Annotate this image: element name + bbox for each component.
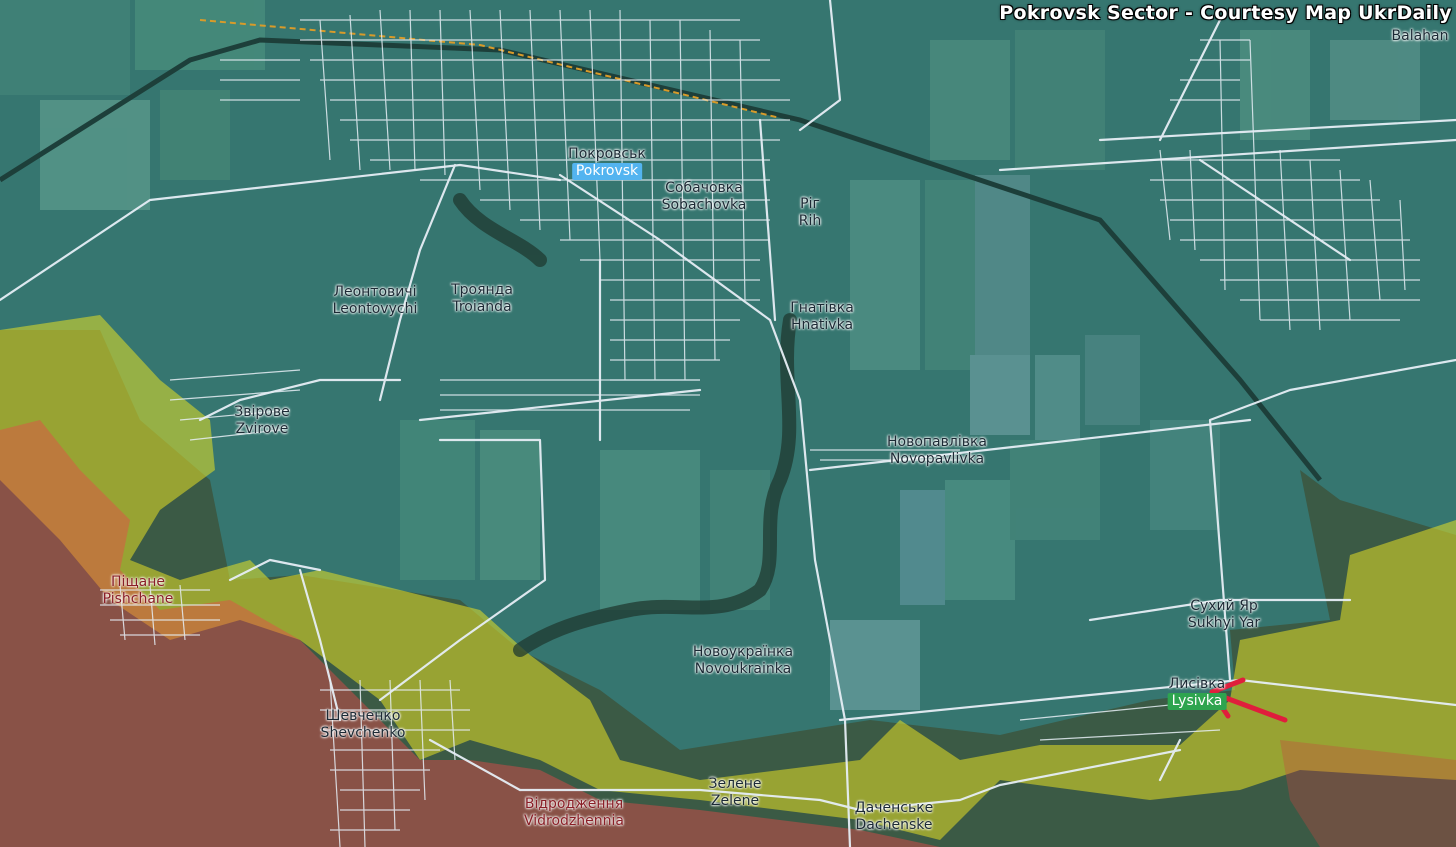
- place-name-latin: Troianda: [452, 299, 512, 315]
- place-name-latin: Lysivka: [1167, 693, 1227, 710]
- place-name-cyrillic: Зелене: [708, 776, 762, 792]
- place-label-vidrodzhennia[interactable]: Відродження Vidrodzhennia: [524, 796, 624, 830]
- map-canvas[interactable]: [0, 0, 1456, 847]
- place-label-pokrovsk[interactable]: Покровськ Pokrovsk: [568, 146, 646, 180]
- place-name-latin: Sukhyi Yar: [1187, 615, 1261, 631]
- map-title: Pokrovsk Sector - Courtesy Map UkrDaily: [999, 2, 1452, 24]
- place-name-latin: Dachenske: [855, 817, 933, 833]
- place-label-pishchane[interactable]: Піщане Pishchane: [103, 574, 174, 608]
- place-name-cyrillic: Новоукраїнка: [692, 644, 794, 660]
- place-name-cyrillic: Рiг: [800, 196, 820, 212]
- place-label-troianda[interactable]: Троянда Troianda: [451, 282, 513, 316]
- place-label-shevchenko[interactable]: Шевченко Shevchenko: [321, 708, 406, 742]
- place-name-latin: Sobachovka: [661, 197, 747, 213]
- place-label-balahan[interactable]: Balahan: [1392, 28, 1449, 45]
- place-label-zvirove[interactable]: Звірове Zvirove: [234, 404, 289, 438]
- place-label-dachenske[interactable]: Даченське Dachenske: [855, 800, 934, 834]
- place-label-sukhyi-yar[interactable]: Сухий Яр Sukhyi Yar: [1188, 598, 1260, 632]
- place-name-cyrillic: Покровськ: [568, 146, 646, 162]
- place-name-latin: Vidrodzhennia: [524, 813, 624, 829]
- place-name-cyrillic: Леонтовичі: [333, 284, 417, 300]
- place-name-latin: Balahan: [1391, 28, 1449, 44]
- place-label-zelene[interactable]: Зелене Zelene: [709, 776, 762, 810]
- place-name-cyrillic: Піщане: [111, 574, 165, 590]
- place-label-novopavlivka[interactable]: Новопавлівка Novopavlivka: [887, 434, 987, 468]
- place-name-latin: Novoukrainka: [694, 661, 792, 677]
- place-name-cyrillic: Шевченко: [325, 708, 401, 724]
- place-name-latin: Pishchane: [102, 591, 174, 607]
- place-label-sobachovka[interactable]: Собачовка Sobachovka: [662, 180, 747, 214]
- place-name-cyrillic: Даченське: [854, 800, 934, 816]
- place-name-cyrillic: Сухий Яр: [1190, 598, 1258, 614]
- place-name-latin: Pokrovsk: [571, 163, 643, 180]
- place-name-latin: Novopavlivka: [889, 451, 985, 467]
- place-name-latin: Hnativka: [790, 317, 854, 333]
- place-label-novoukrainka[interactable]: Новоукраїнка Novoukrainka: [693, 644, 793, 678]
- place-label-hnativka[interactable]: Гнатівка Hnativka: [790, 300, 854, 334]
- place-label-lysivka[interactable]: Лисівка Lysivka: [1167, 676, 1227, 710]
- place-name-cyrillic: Звірове: [234, 404, 290, 420]
- place-name-latin: Leontovychi: [332, 301, 418, 317]
- place-name-latin: Zvirove: [235, 421, 289, 437]
- place-label-pir-rih[interactable]: Рiг Rih: [799, 196, 822, 230]
- place-name-cyrillic: Троянда: [451, 282, 513, 298]
- place-name-latin: Zelene: [710, 793, 760, 809]
- place-name-cyrillic: Гнатівка: [790, 300, 854, 316]
- place-name-latin: Rih: [798, 213, 822, 229]
- place-name-latin: Shevchenko: [320, 725, 406, 741]
- place-name-cyrillic: Собачовка: [665, 180, 743, 196]
- place-name-cyrillic: Відродження: [524, 796, 624, 812]
- place-name-cyrillic: Лисівка: [1168, 676, 1226, 692]
- place-name-cyrillic: Новопавлівка: [886, 434, 988, 450]
- place-label-leontovychi[interactable]: Леонтовичі Leontovychi: [333, 284, 418, 318]
